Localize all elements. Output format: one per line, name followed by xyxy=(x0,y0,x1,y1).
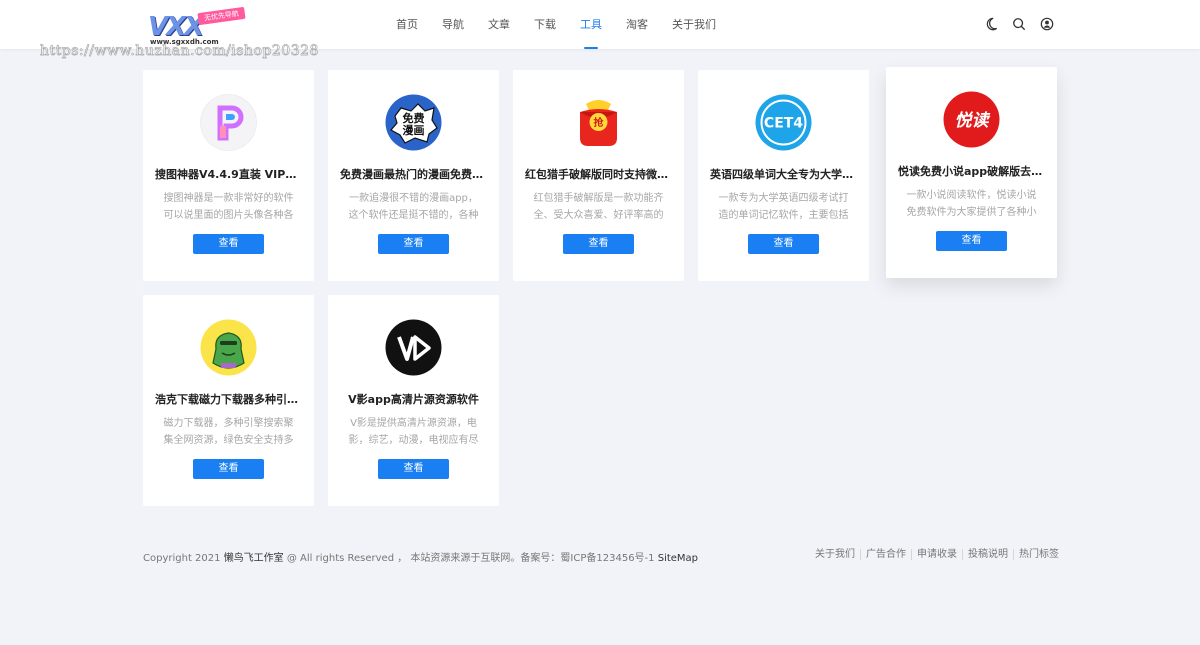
search-icon[interactable] xyxy=(1012,17,1026,31)
footer-links: 关于我们 广告合作 申请收录 投稿说明 热门标签 xyxy=(815,549,1064,560)
card-title[interactable]: 搜图神器V4.4.9直装 VIP版本 xyxy=(155,166,302,182)
tool-card[interactable]: 抢 红包猎手破解版同时支持微信和QQ 红包猎手破解版是一款功能齐全、受大众喜爱、… xyxy=(513,70,684,281)
hongbao-app-icon: 抢 xyxy=(570,94,627,151)
card-description: V影是提供高清片源资源，电影，综艺，动漫，电视应有尽有 xyxy=(348,418,479,446)
card-title[interactable]: 浩克下载磁力下载器多种引擎搜索 xyxy=(155,391,302,407)
view-button[interactable]: 查看 xyxy=(936,231,1007,251)
yuedu-icon-text: 悦读 xyxy=(955,111,991,131)
card-description: 磁力下载器，多种引擎搜索聚集全网资源，绿色安全支持多种 xyxy=(163,418,294,446)
moon-icon[interactable] xyxy=(984,17,998,31)
logo-tag: 无忧先导航 xyxy=(197,6,246,26)
cet4-icon-text: CET4 xyxy=(764,116,803,132)
card-title[interactable]: V影app高清片源资源软件 xyxy=(340,391,487,407)
footer-link-about[interactable]: 关于我们 xyxy=(815,549,861,560)
vying-app-icon xyxy=(385,319,442,376)
logo-mark: VXX 无忧先导航 xyxy=(146,6,246,42)
tool-card[interactable]: CET4 英语四级单词大全专为大学生打造 一款专为大学英语四级考试打造的单词记忆… xyxy=(698,70,869,281)
card-description: 搜图神器是一款非常好的软件可以说里面的图片头像各种各样 xyxy=(163,193,294,221)
tool-card[interactable]: V影app高清片源资源软件 V影是提供高清片源资源，电影，综艺，动漫，电视应有尽… xyxy=(328,295,499,506)
view-button[interactable]: 查看 xyxy=(193,234,264,254)
card-title[interactable]: 红包猎手破解版同时支持微信和QQ xyxy=(525,166,672,182)
footer-link-tags[interactable]: 热门标签 xyxy=(1014,549,1064,560)
haoke-app-icon xyxy=(200,319,257,376)
card-description: 一款追漫很不错的漫画app，这个软件还是挺不错的，各种漫画 xyxy=(348,193,479,221)
footer-copyright: Copyright 2021 懒鸟飞工作室 @ All rights Reser… xyxy=(143,549,698,564)
footer-link-submit-site[interactable]: 申请收录 xyxy=(912,549,963,560)
view-button[interactable]: 查看 xyxy=(378,234,449,254)
nav-home[interactable]: 首页 xyxy=(396,0,418,49)
footer-link-contribute[interactable]: 投稿说明 xyxy=(963,549,1014,560)
card-description: 一款小说阅读软件，悦读小说免费软件为大家提供了各种小说 xyxy=(906,190,1037,218)
view-button[interactable]: 查看 xyxy=(378,459,449,479)
card-description: 一款专为大学英语四级考试打造的单词记忆软件，主要包括词汇 xyxy=(718,193,849,221)
view-button[interactable]: 查看 xyxy=(748,234,819,254)
copyright-suffix: @ All rights Reserved ， 本站资源来源于互联网。备案号：蜀… xyxy=(286,553,655,564)
footer-link-ads[interactable]: 广告合作 xyxy=(861,549,912,560)
hongbao-icon-text: 抢 xyxy=(594,116,605,129)
manhua-app-icon: 免费 漫画 xyxy=(385,94,442,151)
tool-card[interactable]: 搜图神器V4.4.9直装 VIP版本 搜图神器是一款非常好的软件可以说里面的图片… xyxy=(143,70,314,281)
nav-articles[interactable]: 文章 xyxy=(488,0,510,49)
soutu-app-icon xyxy=(200,94,257,151)
top-header: VXX 无忧先导航 www.sgxxdh.com 首页 导航 文章 下载 工具 … xyxy=(0,0,1200,49)
main-nav: 首页 导航 文章 下载 工具 淘客 关于我们 xyxy=(396,0,740,49)
cet4-app-icon: CET4 xyxy=(755,94,812,151)
footer-brand-link[interactable]: 懒鸟飞工作室 xyxy=(224,553,284,564)
user-icon[interactable] xyxy=(1040,17,1054,31)
nav-taoke[interactable]: 淘客 xyxy=(626,0,648,49)
copyright-prefix: Copyright 2021 xyxy=(143,553,221,564)
manhua-icon-line2: 漫画 xyxy=(403,123,425,137)
view-button[interactable]: 查看 xyxy=(563,234,634,254)
watermark-text: https://www.huzhan.com/ishop20328 xyxy=(40,43,319,60)
card-title[interactable]: 免费漫画最热门的漫画免费看软件 xyxy=(340,166,487,182)
sitemap-link[interactable]: SiteMap xyxy=(658,553,698,564)
tool-card[interactable]: 悦读 悦读免费小说app破解版去广告 一款小说阅读软件，悦读小说免费软件为大家提… xyxy=(886,67,1057,278)
manhua-icon-line1: 免费 xyxy=(403,111,425,125)
yuedu-app-icon: 悦读 xyxy=(943,91,1000,148)
tool-card[interactable]: 浩克下载磁力下载器多种引擎搜索 磁力下载器，多种引擎搜索聚集全网资源，绿色安全支… xyxy=(143,295,314,506)
nav-downloads[interactable]: 下载 xyxy=(534,0,556,49)
tool-card[interactable]: 免费 漫画 免费漫画最热门的漫画免费看软件 一款追漫很不错的漫画app，这个软件… xyxy=(328,70,499,281)
card-description: 红包猎手破解版是一款功能齐全、受大众喜爱、好评率高的软件 xyxy=(533,193,664,221)
card-title[interactable]: 英语四级单词大全专为大学生打造 xyxy=(710,166,857,182)
nav-about[interactable]: 关于我们 xyxy=(672,0,716,49)
nav-directory[interactable]: 导航 xyxy=(442,0,464,49)
card-title[interactable]: 悦读免费小说app破解版去广告 xyxy=(898,163,1045,179)
view-button[interactable]: 查看 xyxy=(193,459,264,479)
header-actions xyxy=(984,17,1068,31)
site-logo[interactable]: VXX 无忧先导航 www.sgxxdh.com xyxy=(146,6,246,48)
nav-tools[interactable]: 工具 xyxy=(580,0,602,49)
